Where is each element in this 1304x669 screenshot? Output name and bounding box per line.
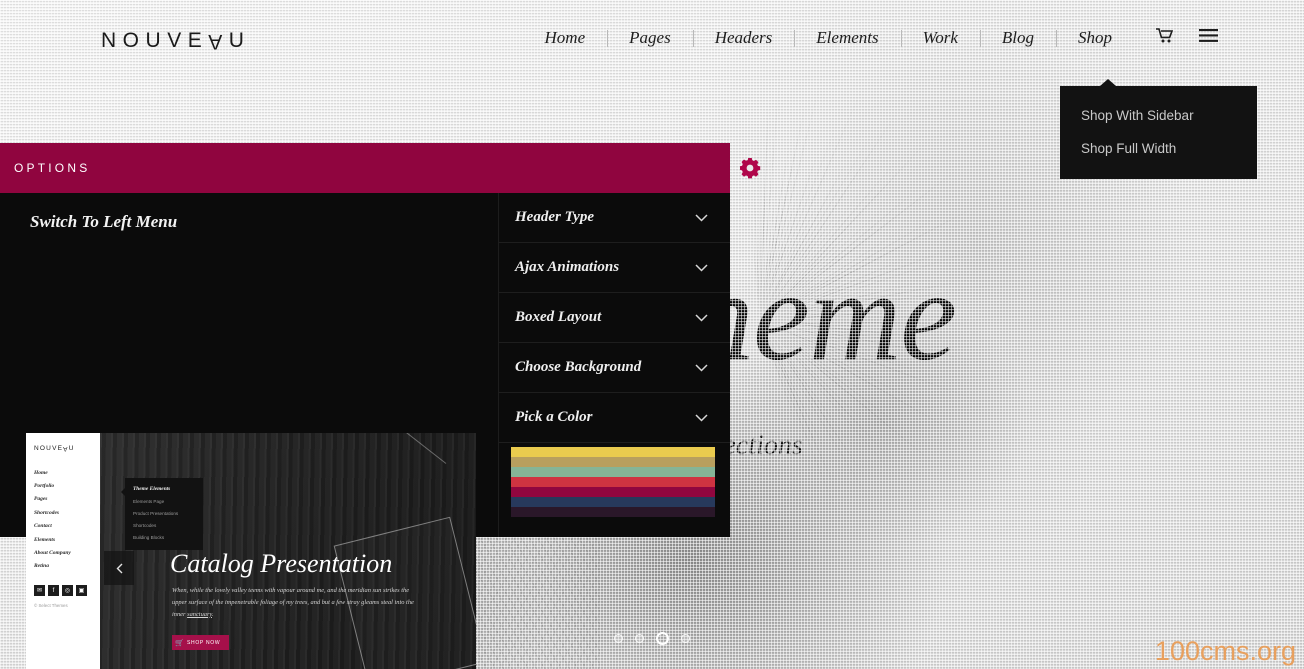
preview-paragraph-link[interactable]: sanctuary: [187, 611, 212, 618]
options-bar-label: OPTIONS: [14, 161, 91, 175]
preview-prev-arrow[interactable]: [104, 551, 134, 585]
preview-menu-item[interactable]: Home: [34, 466, 100, 479]
nav-item-work[interactable]: Work: [900, 28, 980, 48]
cart-icon: 🛒: [175, 639, 184, 647]
nav-item-headers[interactable]: Headers: [692, 28, 795, 48]
preview-menu-item[interactable]: Elements: [34, 533, 100, 546]
twitter-icon[interactable]: ✉: [34, 585, 45, 596]
chevron-down-icon: [695, 259, 708, 277]
options-left-column: Switch To Left Menu NOUVEAU Home Portfoli…: [0, 193, 498, 669]
option-row-label: Ajax Animations: [515, 259, 620, 275]
nav-item-blog[interactable]: Blog: [979, 28, 1056, 48]
preview-social-icons: ✉ f ◎ ▣: [26, 573, 100, 596]
preview-menu-item[interactable]: About Company: [34, 546, 100, 559]
options-body: Switch To Left Menu NOUVEAU Home Portfoli…: [0, 193, 730, 669]
preview-headline: Catalog Presentation: [170, 549, 393, 578]
chevron-left-icon: [116, 563, 122, 573]
preview-submenu-item[interactable]: Shortcodes: [125, 520, 203, 532]
preview-copyright: © Select Themes: [34, 603, 68, 608]
preview-menu-item[interactable]: Shortcodes: [34, 506, 100, 519]
preview-left-sidebar: NOUVEAU Home Portfolio Pages Shortcodes Cont…: [26, 433, 100, 669]
option-row-label: Header Type: [515, 209, 594, 225]
option-row-choose-background[interactable]: Choose Background: [499, 343, 730, 393]
swatch-crimson[interactable]: [511, 487, 715, 497]
chevron-down-icon: [695, 209, 708, 227]
option-row-pick-a-color[interactable]: Pick a Color: [499, 393, 730, 443]
preview-paragraph: When, while the lovely valley teems with…: [172, 585, 422, 621]
dropdown-item[interactable]: Shop With Sidebar: [1060, 99, 1257, 132]
option-row-header-type[interactable]: Header Type: [499, 193, 730, 243]
facebook-icon[interactable]: f: [48, 585, 59, 596]
watermark: 100cms.org: [1154, 636, 1296, 666]
option-row-boxed-layout[interactable]: Boxed Layout: [499, 293, 730, 343]
dropdown-item[interactable]: Shop Full Width: [1060, 132, 1257, 165]
header-icons: [1156, 28, 1218, 48]
option-row-label: Boxed Layout: [515, 309, 602, 325]
swatch-navy[interactable]: [511, 497, 715, 507]
preview-menu: Home Portfolio Pages Shortcodes Contact Eleme…: [26, 452, 100, 573]
slider-dot[interactable]: [614, 634, 623, 643]
preview-shop-now-button[interactable]: 🛒 SHOP NOW: [172, 635, 230, 650]
preview-submenu-item[interactable]: Product Presentations: [125, 508, 203, 520]
swatch-red[interactable]: [511, 477, 715, 487]
main-navigation: Home Pages Headers Elements Work Blog Shop: [523, 28, 1218, 48]
nav-item-elements[interactable]: Elements: [794, 28, 900, 48]
chevron-down-icon: [695, 359, 708, 377]
page-root: heme x Sections NOUVEAU Home Pages Headers…: [0, 0, 1304, 669]
hamburger-icon[interactable]: [1199, 29, 1218, 47]
theme-preview[interactable]: NOUVEAU Home Portfolio Pages Shortcodes Cont…: [26, 433, 476, 669]
slider-dot-active[interactable]: [656, 632, 669, 645]
preview-submenu-item[interactable]: Elements Page: [125, 496, 203, 508]
gear-icon: [740, 158, 761, 179]
preview-submenu-title: Theme Elements: [133, 486, 171, 492]
option-row-label: Choose Background: [515, 359, 642, 375]
theme-options-panel: OPTIONS Switch To Left Menu NOUVEAU Home…: [0, 143, 730, 669]
preview-paragraph-text-b: .: [211, 610, 214, 618]
color-swatches: [511, 447, 715, 517]
nav-item-pages[interactable]: Pages: [607, 28, 693, 48]
options-right-column: Header Type Ajax Animations Boxed Layout Ch…: [498, 193, 730, 537]
preview-menu-item[interactable]: Portfolio: [34, 479, 100, 492]
nav-item-shop[interactable]: Shop: [1056, 28, 1134, 48]
swatch-sage[interactable]: [511, 467, 715, 477]
instagram-icon[interactable]: ▣: [76, 585, 87, 596]
chevron-down-icon: [695, 309, 708, 327]
shop-dropdown-menu: Shop With Sidebar Shop Full Width: [1060, 79, 1257, 179]
pinterest-icon[interactable]: ◎: [62, 585, 73, 596]
preview-submenu: Theme Elements Elements Page Product Pres…: [121, 478, 203, 551]
options-bar: OPTIONS: [0, 143, 730, 193]
cart-icon[interactable]: [1156, 28, 1174, 48]
swatch-plum[interactable]: [511, 507, 715, 517]
switch-to-left-menu-title: Switch To Left Menu: [30, 212, 178, 231]
option-row-label: Pick a Color: [515, 409, 593, 425]
preview-menu-item[interactable]: Contact: [34, 520, 100, 533]
preview-logo: NOUVEAU: [34, 445, 75, 452]
nav-item-home[interactable]: Home: [523, 28, 608, 48]
slider-dot[interactable]: [681, 634, 690, 643]
preview-menu-item[interactable]: Retina: [34, 560, 100, 573]
preview-submenu-item[interactable]: Building Blocks: [125, 531, 203, 543]
slider-dot[interactable]: [635, 634, 644, 643]
option-row-ajax-animations[interactable]: Ajax Animations: [499, 243, 730, 293]
chevron-down-icon: [695, 409, 708, 427]
swatch-yellow[interactable]: [511, 447, 715, 457]
site-header: NOUVEAU Home Pages Headers Elements Work Blog…: [0, 0, 1304, 86]
options-gear-toggle[interactable]: [739, 157, 761, 179]
preview-menu-item[interactable]: Pages: [34, 493, 100, 506]
preview-shop-now-label: SHOP NOW: [187, 639, 221, 646]
swatch-olive[interactable]: [511, 457, 715, 467]
site-logo[interactable]: NOUVEAU: [101, 29, 250, 53]
